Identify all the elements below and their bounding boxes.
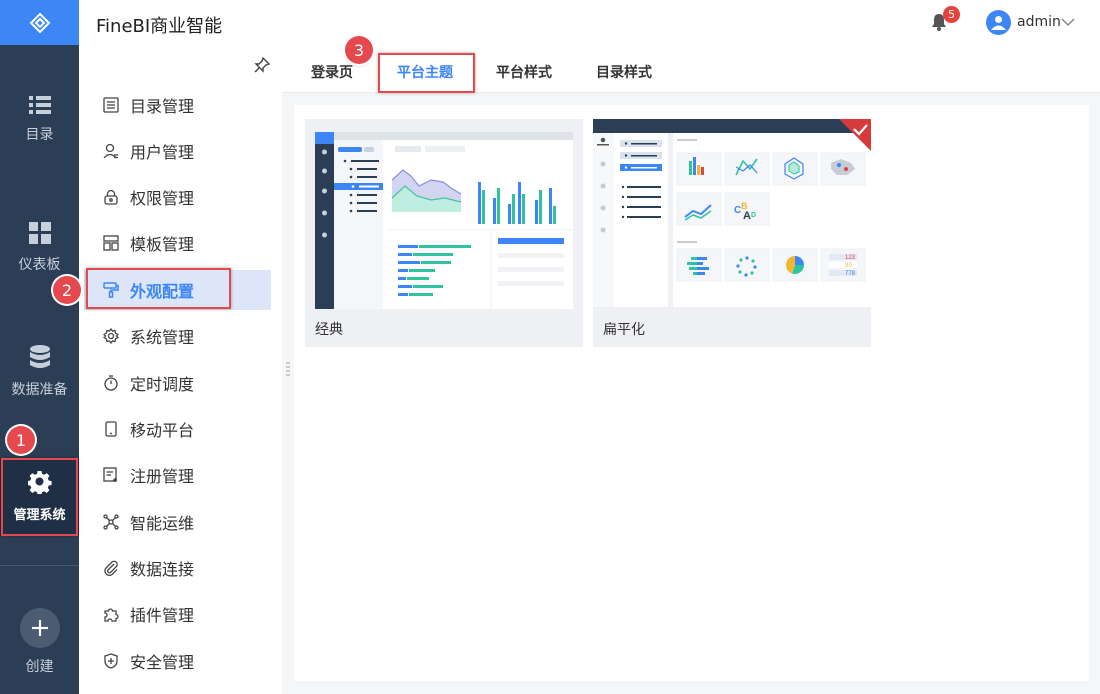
nav-label: 定时调度 bbox=[130, 375, 195, 394]
resize-handle-icon[interactable] bbox=[286, 361, 290, 377]
paint-roller-icon bbox=[103, 282, 119, 298]
theme-label: 扁平化 bbox=[603, 322, 645, 338]
nav-label: 外观配置 bbox=[130, 282, 195, 301]
theme-content: 经典 C B A D 123 90 778 扁平化 bbox=[294, 105, 1089, 681]
nav-item-permission-mgmt[interactable]: 权限管理 bbox=[84, 177, 271, 217]
nav-label: 模板管理 bbox=[130, 235, 195, 254]
step-badge-2: 2 bbox=[53, 276, 81, 304]
rail-item-dashboard[interactable]: 仪表板 bbox=[0, 222, 79, 274]
dashboard-icon bbox=[28, 222, 51, 244]
list-icon bbox=[103, 97, 119, 113]
nav-item-system-mgmt[interactable]: 系统管理 bbox=[84, 316, 271, 356]
theme-card-flat[interactable]: C B A D 123 90 778 扁平化 bbox=[593, 119, 871, 347]
rail-item-catalog[interactable]: 目录 bbox=[0, 96, 79, 144]
thumb-value: 90 bbox=[845, 263, 852, 269]
nav-label: 系统管理 bbox=[130, 328, 195, 347]
gear-icon bbox=[103, 328, 119, 344]
admin-subnav: 目录管理 用户管理 权限管理 模板管理 外观配置 系统管理 定时调度 移动平台 … bbox=[79, 45, 282, 694]
rail-divider bbox=[0, 565, 79, 566]
template-icon bbox=[103, 235, 119, 251]
nav-label: 注册管理 bbox=[130, 467, 195, 486]
network-icon bbox=[103, 514, 119, 530]
register-icon bbox=[103, 467, 117, 482]
nav-item-catalog-mgmt[interactable]: 目录管理 bbox=[84, 85, 271, 125]
tab-bar: 登录页 平台主题 平台样式 目录样式 bbox=[282, 45, 1100, 93]
database-icon bbox=[29, 345, 50, 368]
nav-item-plugin-mgmt[interactable]: 插件管理 bbox=[84, 594, 271, 634]
nav-item-security-mgmt[interactable]: 安全管理 bbox=[84, 641, 271, 681]
step-badge-3: 3 bbox=[345, 36, 373, 64]
tab-catalog-style[interactable]: 目录样式 bbox=[596, 62, 652, 82]
nav-label: 目录管理 bbox=[130, 97, 195, 116]
list-icon bbox=[28, 96, 51, 114]
notification-badge: 5 bbox=[943, 6, 960, 23]
thumb-value: 778 bbox=[845, 271, 856, 277]
main-panel: 登录页 平台主题 平台样式 目录样式 经典 C B A D 123 90 778… bbox=[282, 45, 1100, 694]
tab-platform-style[interactable]: 平台样式 bbox=[496, 62, 552, 82]
mobile-icon bbox=[105, 421, 117, 437]
theme-card-classic[interactable]: 经典 bbox=[305, 119, 583, 347]
thumb-value: 123 bbox=[845, 255, 856, 261]
rail-item-admin[interactable]: 管理系统 bbox=[0, 458, 79, 536]
tab-platform-theme[interactable]: 平台主题 bbox=[397, 62, 453, 82]
lock-icon bbox=[104, 189, 118, 205]
tab-login-page[interactable]: 登录页 bbox=[311, 62, 353, 82]
step-badge-1: 1 bbox=[7, 426, 35, 454]
logo-icon[interactable] bbox=[0, 0, 79, 45]
puzzle-icon bbox=[104, 608, 119, 622]
rail-label: 管理系统 bbox=[13, 508, 66, 523]
nav-item-schedule[interactable]: 定时调度 bbox=[84, 363, 271, 403]
svg-text:A: A bbox=[743, 210, 751, 222]
app-title: FineBI商业智能 bbox=[96, 16, 223, 37]
theme-preview-flat: C B A D 123 90 778 bbox=[593, 119, 871, 307]
nav-item-appearance-config[interactable]: 外观配置 bbox=[84, 270, 271, 310]
rail-label: 目录 bbox=[25, 127, 54, 143]
nav-label: 安全管理 bbox=[130, 653, 195, 672]
rail-label: 创建 bbox=[25, 659, 54, 675]
nav-label: 移动平台 bbox=[130, 421, 195, 440]
user-icon bbox=[103, 143, 118, 159]
pin-icon[interactable] bbox=[254, 57, 270, 73]
top-header: FineBI商业智能 5 admin bbox=[79, 0, 1100, 45]
shield-icon bbox=[104, 653, 118, 669]
rail-item-data-prep[interactable]: 数据准备 bbox=[0, 345, 79, 399]
nav-label: 数据连接 bbox=[130, 560, 195, 579]
nav-item-ops[interactable]: 智能运维 bbox=[84, 502, 271, 542]
timer-icon bbox=[104, 375, 118, 391]
theme-label: 经典 bbox=[315, 322, 343, 338]
chevron-down-icon[interactable] bbox=[1061, 15, 1075, 29]
nav-label: 插件管理 bbox=[130, 606, 195, 625]
nav-item-user-mgmt[interactable]: 用户管理 bbox=[84, 131, 271, 171]
svg-text:D: D bbox=[751, 212, 756, 219]
theme-preview-classic bbox=[315, 132, 573, 309]
nav-item-data-connection[interactable]: 数据连接 bbox=[84, 548, 271, 588]
avatar[interactable] bbox=[986, 10, 1011, 35]
nav-item-template-mgmt[interactable]: 模板管理 bbox=[84, 223, 271, 263]
gear-icon bbox=[27, 470, 52, 494]
left-rail: 目录 仪表板 数据准备 管理系统 创建 bbox=[0, 0, 79, 694]
nav-label: 智能运维 bbox=[130, 514, 195, 533]
plus-icon bbox=[19, 608, 60, 648]
nav-label: 权限管理 bbox=[130, 189, 195, 208]
rail-item-create[interactable]: 创建 bbox=[0, 608, 79, 676]
paperclip-icon bbox=[104, 560, 118, 576]
rail-label: 仪表板 bbox=[18, 257, 61, 273]
nav-item-mobile[interactable]: 移动平台 bbox=[84, 409, 271, 449]
nav-label: 用户管理 bbox=[130, 143, 195, 162]
nav-item-registration[interactable]: 注册管理 bbox=[84, 455, 271, 495]
user-name[interactable]: admin bbox=[1017, 14, 1061, 30]
rail-label: 数据准备 bbox=[11, 382, 68, 398]
